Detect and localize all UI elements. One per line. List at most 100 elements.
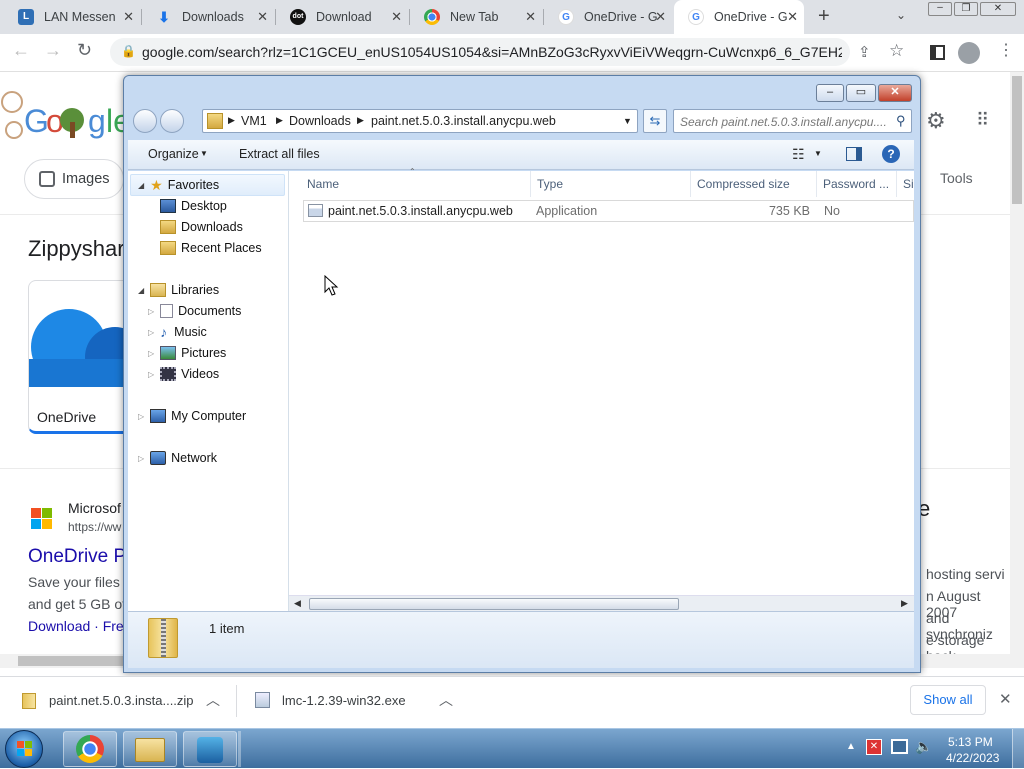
taskbar-chrome[interactable]: [63, 731, 117, 767]
nav-desktop[interactable]: Desktop: [160, 196, 227, 216]
show-desktop-button[interactable]: [1012, 729, 1024, 769]
view-dropdown-icon[interactable]: ▼: [814, 149, 822, 158]
google-doodle-logo[interactable]: G o g le: [0, 72, 131, 152]
chrome-menu-icon[interactable]: ⋮: [998, 40, 1014, 60]
address-bar[interactable]: 🔒 google.com/search?rlz=1C1GCEU_enUS1054…: [110, 38, 850, 66]
reload-icon[interactable]: ↻: [77, 40, 92, 61]
tab-download[interactable]: dot Download ✕: [276, 0, 408, 34]
tab-close-icon[interactable]: ✕: [655, 9, 666, 25]
nav-pictures[interactable]: ▷ Pictures: [148, 343, 226, 363]
back-button[interactable]: [133, 109, 157, 133]
share-icon[interactable]: ⇪: [858, 43, 871, 61]
column-header-type[interactable]: Type: [531, 171, 691, 197]
profile-avatar-icon[interactable]: [958, 42, 980, 64]
result-sitelinks[interactable]: Download · Fre: [28, 618, 124, 634]
scroll-right-icon[interactable]: ▶: [901, 598, 908, 609]
start-button-icon[interactable]: [5, 730, 43, 768]
organize-button[interactable]: Organize: [148, 147, 199, 161]
images-chip[interactable]: Images: [24, 159, 124, 199]
nav-recent-places[interactable]: Recent Places: [160, 238, 262, 258]
nav-videos[interactable]: ▷ Videos: [148, 364, 219, 384]
explorer-search-box[interactable]: Search paint.net.5.0.3.install.anycpu...…: [673, 109, 912, 133]
volume-muted-icon[interactable]: 🔈: [915, 738, 932, 755]
nav-network[interactable]: ▷ Network: [138, 448, 217, 468]
tools-button[interactable]: Tools: [940, 170, 973, 186]
minimize-window-icon[interactable]: ‒: [928, 2, 952, 16]
search-placeholder: Search paint.net.5.0.3.install.anycpu...…: [680, 115, 887, 129]
scroll-thumb[interactable]: [309, 598, 679, 610]
tab-onedrive-1[interactable]: G OneDrive - G ✕: [544, 0, 672, 34]
new-tab-button[interactable]: +: [818, 5, 830, 28]
column-header-name[interactable]: Name: [301, 171, 531, 197]
result-title-link[interactable]: OneDrive P: [28, 546, 126, 568]
clock-date[interactable]: 4/22/2023: [946, 751, 999, 765]
column-label: Name: [307, 177, 340, 191]
clock-time[interactable]: 5:13 PM: [948, 735, 993, 749]
column-header-compressed-size[interactable]: Compressed size: [691, 171, 817, 197]
close-shelf-icon[interactable]: ✕: [999, 690, 1012, 708]
breadcrumb-downloads[interactable]: Downloads: [289, 114, 351, 128]
network-tray-icon[interactable]: [891, 739, 908, 754]
table-row[interactable]: paint.net.5.0.3.install.anycpu.web Appli…: [303, 200, 914, 222]
tab-close-icon[interactable]: ✕: [123, 9, 134, 25]
restore-window-icon[interactable]: ❐: [954, 2, 978, 16]
onedrive-card[interactable]: OneDrive: [28, 280, 138, 434]
chevron-up-icon[interactable]: ︿: [206, 690, 220, 710]
taskbar-lan-messenger[interactable]: [183, 731, 237, 767]
extract-all-button[interactable]: Extract all files: [239, 147, 320, 161]
address-dropdown-icon[interactable]: ▼: [623, 116, 632, 126]
side-panel-icon[interactable]: [930, 45, 945, 60]
tab-close-icon[interactable]: ✕: [257, 9, 268, 25]
nav-my-computer[interactable]: ▷ My Computer: [138, 406, 246, 426]
forward-arrow-icon[interactable]: →: [44, 40, 62, 61]
minimize-icon[interactable]: ‒: [816, 84, 844, 102]
help-icon[interactable]: ?: [882, 145, 900, 163]
close-window-icon[interactable]: ✕: [980, 2, 1016, 16]
refresh-icon[interactable]: ⇆: [643, 109, 667, 133]
maximize-icon[interactable]: ▭: [846, 84, 876, 102]
file-password: No: [824, 204, 840, 218]
page-vertical-scrollbar[interactable]: [1010, 72, 1024, 654]
back-arrow-icon[interactable]: ←: [12, 40, 30, 61]
organize-dropdown-icon[interactable]: ▼: [200, 149, 208, 158]
scroll-thumb[interactable]: [1012, 76, 1022, 204]
column-header-password[interactable]: Password ...: [817, 171, 897, 197]
result-url[interactable]: https://ww: [68, 520, 121, 534]
tab-new-tab[interactable]: New Tab ✕: [410, 0, 542, 34]
nav-documents[interactable]: ▷ Documents: [148, 301, 241, 321]
tab-close-icon[interactable]: ✕: [391, 9, 402, 25]
nav-downloads[interactable]: Downloads: [160, 217, 243, 237]
show-all-button[interactable]: Show all: [910, 685, 986, 715]
tab-close-icon[interactable]: ✕: [525, 9, 536, 25]
tab-close-icon[interactable]: ✕: [787, 9, 798, 25]
scroll-left-icon[interactable]: ◀: [294, 598, 301, 609]
taskbar-explorer[interactable]: [123, 731, 177, 767]
action-center-flag-icon[interactable]: ✕: [866, 739, 882, 755]
column-label: Type: [537, 177, 564, 191]
nav-music[interactable]: ▷ ♪ Music: [148, 322, 207, 342]
bookmark-star-icon[interactable]: ☆: [889, 41, 904, 61]
nav-libraries[interactable]: ◢ Libraries: [138, 280, 219, 300]
tray-expand-icon[interactable]: ▲: [846, 741, 856, 752]
breadcrumb-zip[interactable]: paint.net.5.0.3.install.anycpu.web: [371, 114, 556, 128]
apps-grid-icon[interactable]: ⠿: [976, 110, 989, 131]
chevron-up-icon[interactable]: ︿: [439, 690, 453, 710]
column-header-size[interactable]: Si: [897, 171, 914, 197]
close-icon[interactable]: ✕: [878, 84, 912, 102]
download-item[interactable]: paint.net.5.0.3.insta....zip ︿: [0, 677, 236, 725]
view-options-icon[interactable]: ☷: [792, 146, 805, 163]
tab-title: Download: [316, 10, 372, 24]
tab-lan-messenger[interactable]: L LAN Messen ✕: [4, 0, 140, 34]
download-item[interactable]: lmc-1.2.39-win32.exe ︿: [237, 677, 469, 725]
nav-favorites[interactable]: ◢ ★ Favorites: [138, 175, 219, 195]
scroll-thumb[interactable]: [18, 656, 123, 666]
tab-search-chevron-icon[interactable]: ⌄: [896, 8, 906, 22]
breadcrumb-vm1[interactable]: VM1: [241, 114, 267, 128]
explorer-address-bar[interactable]: ▶ VM1 ▶ Downloads ▶ paint.net.5.0.3.inst…: [202, 109, 638, 133]
settings-gear-icon[interactable]: ⚙: [926, 108, 946, 134]
tab-downloads[interactable]: ⬇ Downloads ✕: [142, 0, 274, 34]
tab-onedrive-active[interactable]: G OneDrive - G ✕: [674, 0, 804, 34]
file-pane-horizontal-scrollbar[interactable]: ◀ ▶: [289, 595, 914, 611]
forward-button[interactable]: [160, 109, 184, 133]
preview-pane-icon[interactable]: [846, 147, 862, 161]
